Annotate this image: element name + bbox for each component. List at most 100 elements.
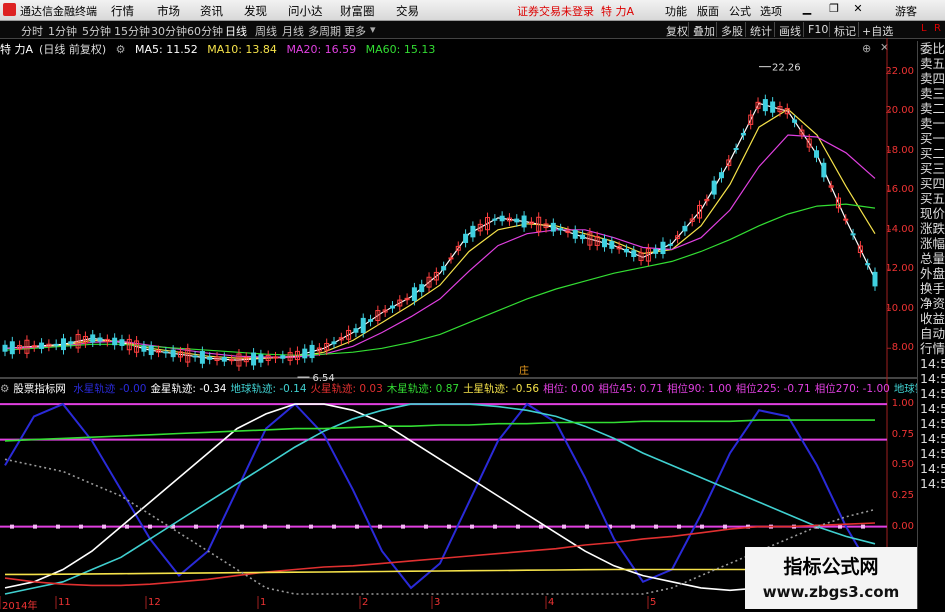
side-panel-item[interactable]: 卖三: [918, 86, 945, 101]
side-panel-item[interactable]: 14:5: [918, 401, 945, 416]
side-panel-item[interactable]: 卖一: [918, 116, 945, 131]
side-panel-item[interactable]: 14:5: [918, 461, 945, 476]
side-panel-item[interactable]: 买三: [918, 161, 945, 176]
period-monthly[interactable]: 月线: [282, 23, 304, 39]
adjust-button[interactable]: 复权: [666, 23, 688, 39]
side-panel-item[interactable]: 总量: [918, 251, 945, 266]
menu-market[interactable]: 市场: [157, 3, 180, 19]
candle-body: [740, 132, 746, 136]
side-panel-item[interactable]: 卖二: [918, 101, 945, 116]
period-5min[interactable]: 5分钟: [82, 23, 111, 39]
side-panel-item[interactable]: 买四: [918, 176, 945, 191]
side-panel-item[interactable]: 换手: [918, 281, 945, 296]
side-panel-item[interactable]: 现价: [918, 206, 945, 221]
side-panel-item[interactable]: 买一: [918, 131, 945, 146]
restore-icon[interactable]: ❐: [827, 2, 841, 16]
period-30min[interactable]: 30分钟: [151, 23, 187, 39]
menu-ask[interactable]: 问小达: [288, 3, 323, 19]
zero-line-dot: [33, 524, 37, 529]
side-panel-item[interactable]: 卖五: [918, 56, 945, 71]
side-panel-item[interactable]: 14:5: [918, 416, 945, 431]
period-daily[interactable]: 日线: [225, 23, 247, 39]
ma-line-ma5: [4, 102, 876, 361]
indicator-tick-label: 1.00: [891, 398, 914, 410]
zoom-icon[interactable]: ⊕: [862, 42, 871, 55]
close-chart-icon[interactable]: ✕: [880, 41, 889, 54]
candle-body: [104, 338, 110, 343]
zero-line-dot: [608, 524, 612, 529]
menu-layout[interactable]: 版面: [697, 3, 719, 19]
drawing-button[interactable]: 画线: [779, 23, 801, 39]
quote-side-panel: 委比 卖五 卖四 卖三 卖二 卖一 买一 买二 买三 买四 买五 现价 涨跌 涨幅 总量 外盘 换手 净资 收益 自动…: [917, 41, 945, 609]
side-panel-item[interactable]: 买五: [918, 191, 945, 206]
menu-discover[interactable]: 发现: [244, 3, 267, 19]
close-icon[interactable]: ✕: [851, 2, 865, 16]
candle-body: [448, 257, 454, 260]
add-favorite-button[interactable]: +自选: [862, 23, 893, 39]
candle-body: [353, 328, 359, 333]
side-panel-item[interactable]: 外盘: [918, 266, 945, 281]
menu-bar: 通达信金融终端 行情 市场 资讯 发现 问小达 财富圈 交易 证券交易未登录 特…: [0, 0, 945, 21]
indicator-settings-icon[interactable]: ⚙: [0, 383, 9, 395]
side-panel-item[interactable]: 14:5: [918, 356, 945, 371]
minimize-icon[interactable]: ▁: [800, 2, 814, 16]
candle-body: [389, 305, 395, 309]
multi-stock-button[interactable]: 多股: [721, 23, 743, 39]
side-panel-item[interactable]: 14:5: [918, 446, 945, 461]
overlay-button[interactable]: 叠加: [693, 23, 715, 39]
stock-name: 特 力A: [0, 43, 34, 56]
chart-canvas[interactable]: 22.266.54庄: [0, 0, 945, 609]
period-15min[interactable]: 15分钟: [114, 23, 150, 39]
side-panel-item[interactable]: 行情: [918, 341, 945, 356]
side-panel-item[interactable]: 涨幅: [918, 236, 945, 251]
candle-body: [704, 198, 710, 202]
period-more[interactable]: 更多: [344, 23, 366, 39]
candle-body: [243, 356, 249, 363]
candle-body: [368, 319, 374, 322]
menu-options[interactable]: 选项: [760, 3, 782, 19]
candle-body: [229, 359, 235, 362]
side-panel-item[interactable]: 自动: [918, 326, 945, 341]
candle-body: [221, 356, 227, 362]
settings-icon[interactable]: ⚙: [116, 43, 126, 56]
side-panel-item[interactable]: 14:5: [918, 371, 945, 386]
period-tick[interactable]: 分时: [21, 23, 43, 39]
side-panel-item[interactable]: 买二: [918, 146, 945, 161]
side-panel-item[interactable]: 14:5: [918, 386, 945, 401]
menu-wealth[interactable]: 财富圈: [340, 3, 375, 19]
side-panel-item[interactable]: 涨跌: [918, 221, 945, 236]
period-60min[interactable]: 60分钟: [187, 23, 223, 39]
candle-body: [163, 351, 169, 354]
side-panel-item[interactable]: 14:5: [918, 476, 945, 491]
guest-label[interactable]: 游客: [895, 3, 917, 19]
period-weekly[interactable]: 周线: [255, 23, 277, 39]
zero-line-dot: [746, 524, 750, 529]
zero-line-dot: [401, 524, 405, 529]
menu-quotes[interactable]: 行情: [111, 3, 134, 19]
app-logo-icon: [3, 3, 16, 16]
candle-body: [711, 180, 717, 195]
side-panel-item[interactable]: 收益: [918, 311, 945, 326]
period-1min[interactable]: 1分钟: [48, 23, 77, 39]
statistics-button[interactable]: 统计: [750, 23, 772, 39]
candle-body: [397, 299, 403, 307]
side-panel-item[interactable]: 委比: [918, 41, 945, 56]
candle-body: [419, 284, 425, 293]
chevron-down-icon[interactable]: ▾: [370, 23, 376, 36]
f10-button[interactable]: F10: [808, 23, 828, 36]
zero-line-dot: [723, 524, 727, 529]
side-panel-item[interactable]: 14:5: [918, 431, 945, 446]
mark-button[interactable]: 标记: [834, 23, 856, 39]
zero-line-dot: [102, 524, 106, 529]
zero-line-dot: [332, 524, 336, 529]
menu-formula[interactable]: 公式: [729, 3, 751, 19]
period-multi[interactable]: 多周期: [308, 23, 341, 39]
indicator-name: 股票指标网: [13, 383, 66, 395]
indicator-value: 土星轨迹: -0.56: [463, 383, 540, 395]
side-panel-item[interactable]: 净资: [918, 296, 945, 311]
menu-trade[interactable]: 交易: [396, 3, 419, 19]
indicator-value: 火星轨迹: 0.03: [310, 383, 383, 395]
menu-news[interactable]: 资讯: [200, 3, 223, 19]
side-panel-item[interactable]: 卖四: [918, 71, 945, 86]
menu-function[interactable]: 功能: [665, 3, 687, 19]
